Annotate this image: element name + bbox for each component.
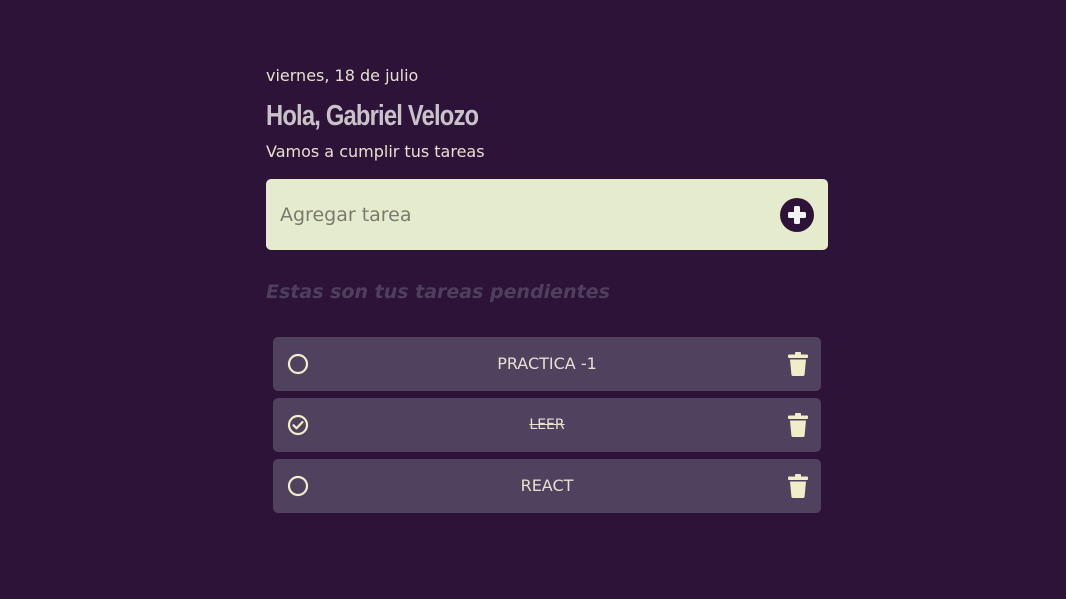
plus-circle-icon: [788, 206, 806, 224]
current-date: viernes, 18 de julio: [266, 66, 419, 85]
trash-icon[interactable]: [788, 352, 808, 376]
greeting-subtitle: Vamos a cumplir tus tareas: [266, 142, 485, 161]
task-text: REACT: [520, 476, 574, 495]
task-list: PRACTICA -1 LEER REACT: [273, 337, 821, 520]
check-circle-icon[interactable]: [287, 414, 309, 436]
trash-icon[interactable]: [788, 474, 808, 498]
task-item: REACT: [273, 459, 821, 513]
task-text: LEER: [529, 417, 565, 433]
task-item: LEER: [273, 398, 821, 452]
circle-icon[interactable]: [287, 353, 309, 375]
task-text: PRACTICA -1: [497, 354, 597, 373]
add-task-form: [266, 179, 828, 250]
add-task-button[interactable]: [780, 198, 814, 232]
pending-tasks-heading: Estas son tus tareas pendientes: [266, 281, 610, 303]
circle-icon[interactable]: [287, 475, 309, 497]
trash-icon[interactable]: [788, 413, 808, 437]
add-task-input[interactable]: [280, 179, 770, 250]
task-item: PRACTICA -1: [273, 337, 821, 391]
greeting-title: Hola, Gabriel Velozo: [266, 100, 479, 132]
